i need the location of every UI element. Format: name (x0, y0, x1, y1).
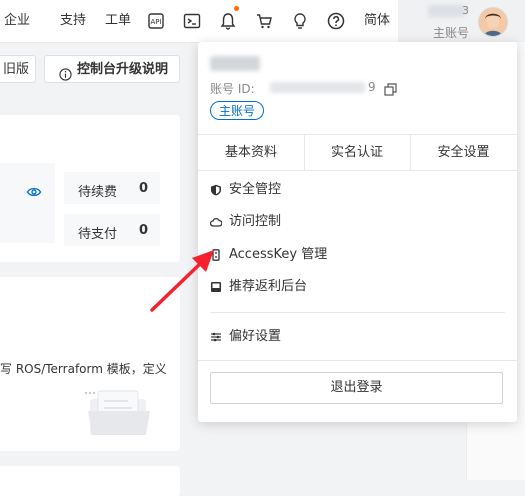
avatar[interactable] (478, 7, 508, 37)
account-id-tail: 9 (368, 80, 376, 94)
top-navigation-bar: 企业 支持 工单 API 简体 3 主账号 (0, 0, 525, 43)
nav-ticket[interactable]: 工单 (105, 13, 131, 29)
lightbulb-icon[interactable] (290, 11, 310, 31)
sliders-icon (210, 331, 222, 343)
help-icon[interactable] (326, 11, 346, 31)
role-badge: 主账号 (210, 101, 265, 120)
tab-console-upgrade[interactable]: 控制台升级说明 (44, 55, 180, 83)
account-name-redacted (428, 5, 466, 17)
eye-icon[interactable] (26, 184, 42, 200)
info-icon (59, 64, 72, 81)
logout-button[interactable]: 退出登录 (210, 372, 503, 404)
folder-illustration (84, 385, 154, 437)
cloud-icon (210, 216, 222, 228)
api-icon[interactable]: API (146, 11, 166, 31)
tab-old-version[interactable]: 旧版 (0, 55, 36, 83)
menu-label-access-control: 访问控制 (229, 214, 282, 229)
dropdown-account-name-redacted (210, 56, 260, 71)
tab-security-settings[interactable]: 安全设置 (410, 135, 517, 170)
pending-pay-box[interactable]: 待支付 0 (64, 214, 160, 246)
nav-support[interactable]: 支持 (60, 13, 86, 29)
pending-renew-value: 0 (138, 181, 148, 196)
overview-card: 待续费 0 待支付 0 (0, 115, 180, 262)
account-dropdown: 账号 ID: 9 主账号 基本资料 实名认证 安全设置 安全管控 访问控制 Ac… (198, 42, 517, 422)
pending-renew-label: 待续费 (78, 185, 118, 200)
ros-description: 写 ROS/Terraform 模板，定义 (0, 362, 167, 376)
account-tabs: 基本资料 实名认证 安全设置 (198, 134, 517, 171)
menu-label-accesskey: AccessKey 管理 (229, 247, 328, 262)
cart-icon[interactable] (254, 11, 274, 31)
pending-pay-label: 待支付 (78, 227, 118, 242)
account-id-label: 账号 ID: (210, 82, 255, 96)
tab-real-name-auth[interactable]: 实名认证 (304, 135, 411, 170)
account-id-redacted (270, 82, 365, 93)
bottom-card (0, 466, 180, 496)
pending-pay-value: 0 (138, 223, 148, 238)
language-switch[interactable]: 简体 (364, 13, 390, 29)
bell-icon[interactable] (218, 11, 238, 31)
svg-text:API: API (150, 18, 161, 26)
menu-label-security-control: 安全管控 (229, 182, 282, 197)
copy-icon[interactable] (384, 81, 397, 96)
terminal-icon[interactable] (182, 11, 202, 31)
account-role: 主账号 (433, 26, 470, 40)
menu-label-preferences: 偏好设置 (229, 329, 282, 344)
pending-renew-box[interactable]: 待续费 0 (64, 172, 160, 204)
annotation-arrow (150, 250, 214, 312)
account-name-tail: 3 (462, 4, 469, 17)
shield-icon (210, 184, 222, 196)
overview-panel (0, 163, 55, 243)
menu-label-referral-rebate: 推荐返利后台 (229, 279, 308, 294)
notification-dot (234, 6, 239, 11)
nav-enterprise[interactable]: 企业 (4, 13, 30, 29)
logout-divider (198, 360, 517, 361)
menu-divider (210, 312, 505, 313)
tab-basic-info[interactable]: 基本资料 (198, 135, 305, 170)
